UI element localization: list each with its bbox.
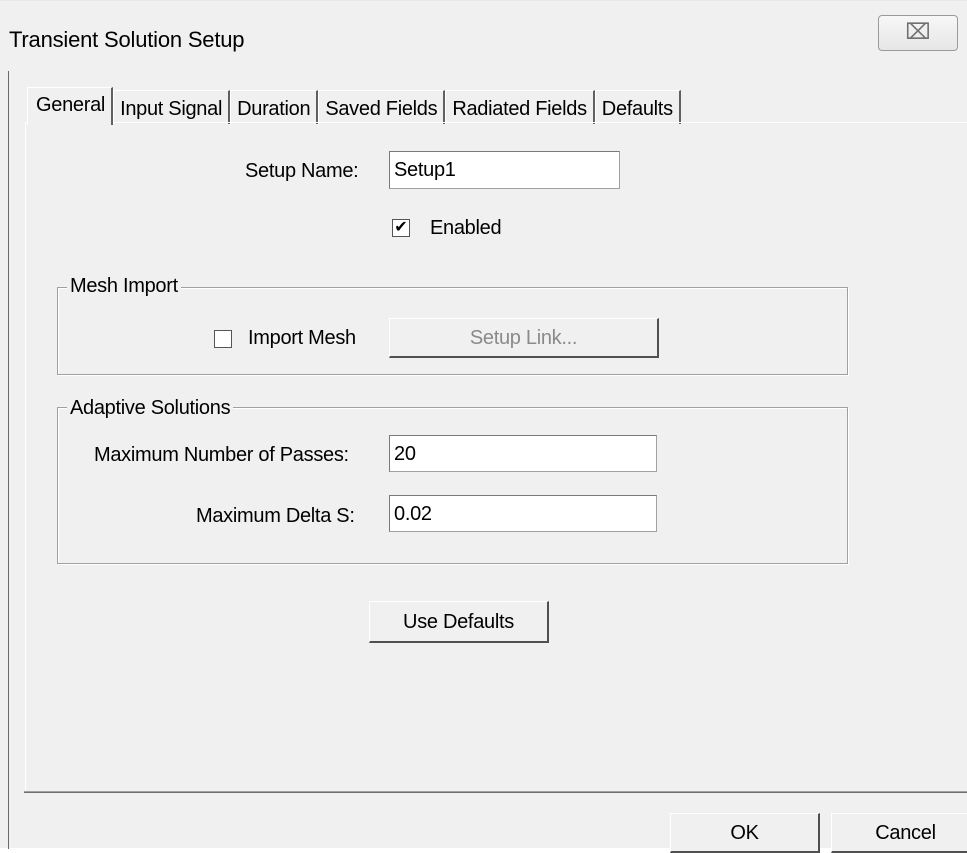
max-passes-field[interactable]: 20 — [389, 435, 657, 472]
mesh-import-title: Mesh Import — [67, 275, 181, 298]
close-button[interactable]: ⌧ — [878, 15, 958, 51]
dialog-title: Transient Solution Setup — [9, 27, 245, 52]
ok-button[interactable]: OK — [670, 813, 820, 853]
max-passes-label: Maximum Number of Passes: — [94, 444, 349, 466]
max-delta-s-field[interactable]: 0.02 — [389, 495, 657, 532]
setup-name-label: Setup Name: — [245, 160, 359, 182]
import-mesh-label: Import Mesh — [248, 327, 356, 349]
setup-name-field[interactable]: Setup1 — [389, 151, 620, 189]
adaptive-solutions-group — [57, 407, 848, 564]
transient-solution-setup-dialog: Transient Solution Setup ⌧ General Input… — [0, 0, 967, 853]
tab-general[interactable]: General — [27, 87, 114, 125]
enabled-checkbox[interactable]: ✔ — [392, 219, 410, 237]
tab-radiated-fields[interactable]: Radiated Fields — [445, 90, 595, 124]
use-defaults-button[interactable]: Use Defaults — [369, 601, 549, 643]
close-icon: ⌧ — [905, 19, 931, 44]
tab-saved-fields[interactable]: Saved Fields — [318, 90, 446, 124]
adaptive-solutions-title: Adaptive Solutions — [67, 397, 234, 420]
tab-strip: General Input Signal Duration Saved Fiel… — [27, 87, 681, 125]
max-delta-s-label: Maximum Delta S: — [196, 505, 355, 527]
import-mesh-checkbox[interactable] — [214, 330, 232, 348]
dialog-left-border — [8, 71, 9, 849]
tab-input-signal[interactable]: Input Signal — [113, 90, 231, 124]
setup-link-button[interactable]: Setup Link... — [389, 318, 659, 358]
tab-defaults[interactable]: Defaults — [594, 90, 681, 124]
enabled-label: Enabled — [430, 217, 502, 239]
cancel-button[interactable]: Cancel — [831, 813, 967, 853]
checkmark-icon: ✔ — [394, 219, 408, 236]
tab-duration[interactable]: Duration — [230, 90, 319, 124]
panel-bottom-edge-dark — [24, 792, 967, 793]
